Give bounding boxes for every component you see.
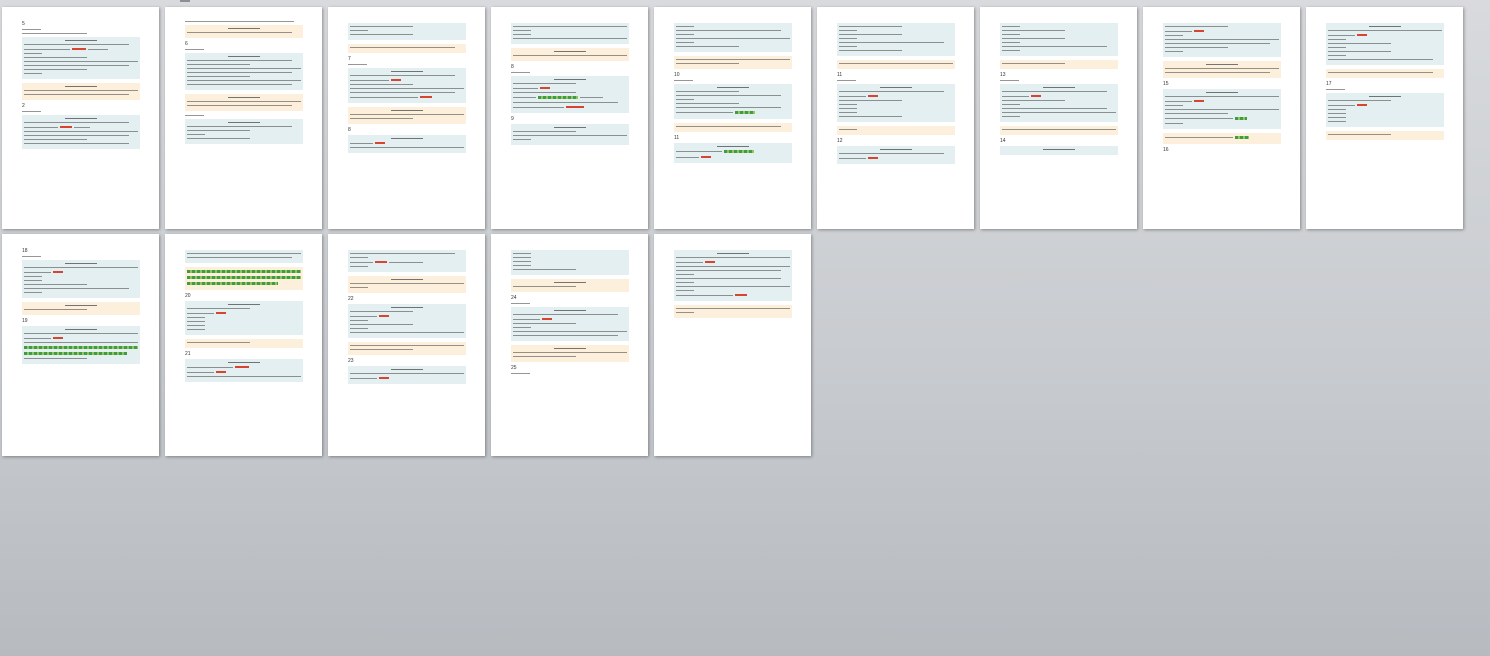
page-number-mark: 11 [674, 135, 680, 141]
output-block [22, 302, 140, 315]
output-block [1326, 69, 1444, 78]
output-block [22, 83, 140, 100]
page-number-mark: 14 [1000, 138, 1006, 144]
page-thumbnail-2[interactable]: 6 [165, 7, 322, 229]
code-block [22, 115, 140, 149]
code-block [511, 23, 629, 44]
code-block [511, 307, 629, 341]
page-thumbnail-9[interactable]: 17 [1306, 7, 1463, 229]
code-block [185, 119, 303, 144]
code-block [674, 250, 792, 301]
page-number-mark: 16 [1163, 147, 1169, 153]
code-block [837, 84, 955, 122]
output-block [348, 342, 466, 355]
code-block [674, 23, 792, 52]
code-block [185, 53, 303, 90]
page-number-mark: 21 [185, 351, 191, 357]
page-thumbnail-5[interactable]: 10 11 [654, 7, 811, 229]
code-block [348, 23, 466, 40]
page-thumbnail-13[interactable]: 24 25 [491, 234, 648, 456]
page-number-mark: 5 [22, 21, 25, 27]
page-number-mark: 13 [1000, 72, 1006, 78]
code-block [1163, 23, 1281, 57]
output-block [511, 345, 629, 362]
page-number-mark: 19 [22, 318, 28, 324]
page-thumbnail-12[interactable]: 22 23 [328, 234, 485, 456]
output-block [837, 126, 955, 135]
output-block [348, 107, 466, 124]
page-number-mark: 8 [348, 127, 351, 133]
page-number-mark: 23 [348, 358, 354, 364]
page-thumbnail-7[interactable]: 13 14 [980, 7, 1137, 229]
code-block [22, 260, 140, 298]
page-number-mark: 9 [511, 116, 514, 122]
output-block [511, 279, 629, 292]
page-number-mark: 2 [22, 103, 25, 109]
code-block [674, 84, 792, 119]
page-number-mark: 17 [1326, 81, 1332, 87]
code-block [348, 304, 466, 338]
code-block [1000, 84, 1118, 122]
output-block [185, 25, 303, 38]
page-number-mark: 25 [511, 365, 517, 371]
code-block [1000, 146, 1118, 155]
page-thumbnail-1[interactable]: 5 2 [2, 7, 159, 229]
code-block [348, 135, 466, 153]
output-block [185, 267, 303, 290]
page-number-mark: 10 [674, 72, 680, 78]
page-number-mark: 22 [348, 296, 354, 302]
output-block [674, 56, 792, 69]
output-block [1163, 133, 1281, 144]
output-block [1000, 126, 1118, 135]
code-block [511, 124, 629, 145]
code-block [1163, 89, 1281, 129]
page-number-mark: 12 [837, 138, 843, 144]
output-block [511, 48, 629, 61]
output-block [185, 339, 303, 348]
output-block [348, 44, 466, 53]
page-number-mark: 24 [511, 295, 517, 301]
code-block [1326, 93, 1444, 127]
page-thumbnail-14[interactable] [654, 234, 811, 456]
document-workspace[interactable]: 5 2 6 7 8 8 9 10 11 11 12 13 14 15 16 17… [0, 0, 1490, 656]
output-block [348, 276, 466, 293]
code-block [185, 250, 303, 263]
code-block [837, 146, 955, 164]
output-block [1326, 131, 1444, 140]
code-block [1000, 23, 1118, 56]
toolbar-stub [180, 0, 190, 2]
code-block [22, 37, 140, 79]
page-thumbnail-6[interactable]: 11 12 [817, 7, 974, 229]
page-number-mark: 8 [511, 64, 514, 70]
page-number-mark: 15 [1163, 81, 1169, 87]
page-thumbnail-8[interactable]: 15 16 [1143, 7, 1300, 229]
output-block [185, 94, 303, 111]
code-block [348, 250, 466, 272]
output-block [674, 305, 792, 318]
page-thumbnail-3[interactable]: 7 8 [328, 7, 485, 229]
code-block [674, 143, 792, 163]
code-block [185, 301, 303, 335]
code-block [511, 76, 629, 113]
page-number-mark: 18 [22, 248, 28, 254]
page-number-mark: 6 [185, 41, 188, 47]
page-number-mark: 11 [837, 72, 843, 78]
code-block [1326, 23, 1444, 65]
page-thumbnail-4[interactable]: 8 9 [491, 7, 648, 229]
output-block [837, 60, 955, 69]
page-number-mark: 20 [185, 293, 191, 299]
page-number-mark: 7 [348, 56, 351, 62]
output-block [1000, 60, 1118, 69]
code-block [348, 366, 466, 384]
code-block [837, 23, 955, 56]
code-block [511, 250, 629, 275]
output-block [674, 123, 792, 132]
page-thumbnail-11[interactable]: 20 21 [165, 234, 322, 456]
code-block [348, 68, 466, 103]
code-block [185, 359, 303, 382]
code-block [22, 326, 140, 364]
output-block [1163, 61, 1281, 78]
page-thumbnail-10[interactable]: 18 19 [2, 234, 159, 456]
